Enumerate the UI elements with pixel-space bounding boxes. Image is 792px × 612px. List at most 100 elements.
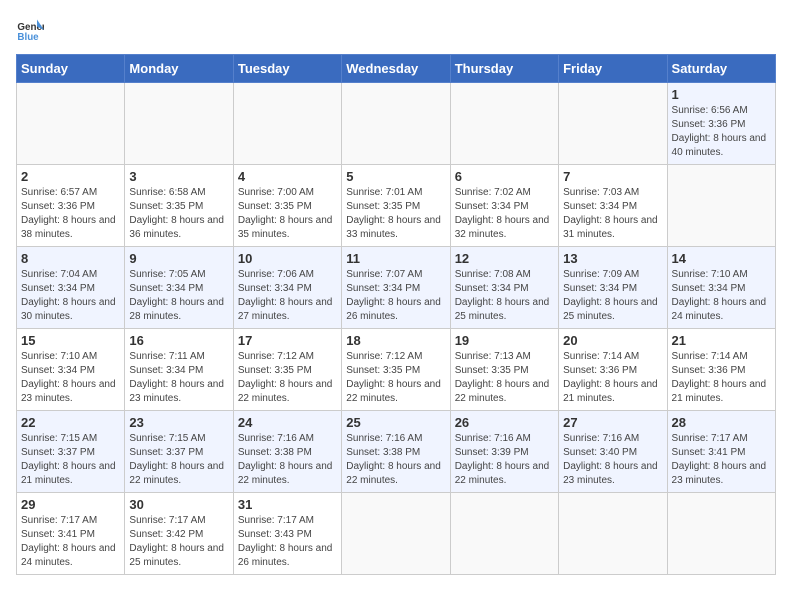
- day-cell-18: 18 Sunrise: 7:12 AMSunset: 3:35 PMDaylig…: [342, 329, 450, 411]
- day-detail: Sunrise: 7:10 AMSunset: 3:34 PMDaylight:…: [672, 269, 767, 322]
- day-number: 10: [238, 251, 337, 266]
- day-detail: Sunrise: 7:05 AMSunset: 3:34 PMDaylight:…: [129, 269, 224, 322]
- day-number: 18: [346, 333, 445, 348]
- day-cell-22: 22 Sunrise: 7:15 AMSunset: 3:37 PMDaylig…: [17, 411, 125, 493]
- day-number: 27: [563, 415, 662, 430]
- svg-text:Blue: Blue: [17, 32, 39, 43]
- day-cell-27: 27 Sunrise: 7:16 AMSunset: 3:40 PMDaylig…: [559, 411, 667, 493]
- day-cell-13: 13 Sunrise: 7:09 AMSunset: 3:34 PMDaylig…: [559, 247, 667, 329]
- day-detail: Sunrise: 7:15 AMSunset: 3:37 PMDaylight:…: [21, 433, 116, 486]
- logo-icon: General Blue: [16, 16, 44, 44]
- day-detail: Sunrise: 7:08 AMSunset: 3:34 PMDaylight:…: [455, 269, 550, 322]
- day-number: 31: [238, 497, 337, 512]
- day-number: 14: [672, 251, 771, 266]
- calendar-week-5: 29 Sunrise: 7:17 AMSunset: 3:41 PMDaylig…: [17, 493, 776, 575]
- empty-cell: [450, 83, 558, 165]
- day-number: 12: [455, 251, 554, 266]
- day-detail: Sunrise: 7:14 AMSunset: 3:36 PMDaylight:…: [672, 351, 767, 404]
- day-cell-1: 1 Sunrise: 6:56 AMSunset: 3:36 PMDayligh…: [667, 83, 775, 165]
- empty-cell: [667, 493, 775, 575]
- weekday-header-tuesday: Tuesday: [233, 55, 341, 83]
- empty-cell: [233, 83, 341, 165]
- day-detail: Sunrise: 7:03 AMSunset: 3:34 PMDaylight:…: [563, 187, 658, 240]
- day-cell-16: 16 Sunrise: 7:11 AMSunset: 3:34 PMDaylig…: [125, 329, 233, 411]
- day-detail: Sunrise: 7:12 AMSunset: 3:35 PMDaylight:…: [346, 351, 441, 404]
- calendar-week-1: 2 Sunrise: 6:57 AMSunset: 3:36 PMDayligh…: [17, 165, 776, 247]
- day-detail: Sunrise: 6:56 AMSunset: 3:36 PMDaylight:…: [672, 105, 767, 158]
- day-number: 17: [238, 333, 337, 348]
- day-cell-14: 14 Sunrise: 7:10 AMSunset: 3:34 PMDaylig…: [667, 247, 775, 329]
- day-detail: Sunrise: 7:07 AMSunset: 3:34 PMDaylight:…: [346, 269, 441, 322]
- calendar-week-0: 1 Sunrise: 6:56 AMSunset: 3:36 PMDayligh…: [17, 83, 776, 165]
- day-number: 16: [129, 333, 228, 348]
- day-cell-15: 15 Sunrise: 7:10 AMSunset: 3:34 PMDaylig…: [17, 329, 125, 411]
- header: General Blue: [16, 16, 776, 44]
- day-number: 7: [563, 169, 662, 184]
- calendar-week-3: 15 Sunrise: 7:10 AMSunset: 3:34 PMDaylig…: [17, 329, 776, 411]
- day-detail: Sunrise: 7:13 AMSunset: 3:35 PMDaylight:…: [455, 351, 550, 404]
- calendar-week-4: 22 Sunrise: 7:15 AMSunset: 3:37 PMDaylig…: [17, 411, 776, 493]
- day-number: 21: [672, 333, 771, 348]
- day-cell-8: 8 Sunrise: 7:04 AMSunset: 3:34 PMDayligh…: [17, 247, 125, 329]
- day-number: 30: [129, 497, 228, 512]
- day-number: 15: [21, 333, 120, 348]
- day-number: 29: [21, 497, 120, 512]
- day-cell-19: 19 Sunrise: 7:13 AMSunset: 3:35 PMDaylig…: [450, 329, 558, 411]
- day-detail: Sunrise: 7:16 AMSunset: 3:40 PMDaylight:…: [563, 433, 658, 486]
- day-number: 5: [346, 169, 445, 184]
- day-detail: Sunrise: 7:17 AMSunset: 3:41 PMDaylight:…: [672, 433, 767, 486]
- day-detail: Sunrise: 6:58 AMSunset: 3:35 PMDaylight:…: [129, 187, 224, 240]
- day-cell-26: 26 Sunrise: 7:16 AMSunset: 3:39 PMDaylig…: [450, 411, 558, 493]
- day-number: 1: [672, 87, 771, 102]
- day-cell-7: 7 Sunrise: 7:03 AMSunset: 3:34 PMDayligh…: [559, 165, 667, 247]
- day-detail: Sunrise: 7:17 AMSunset: 3:41 PMDaylight:…: [21, 515, 116, 568]
- empty-cell: [559, 83, 667, 165]
- day-cell-17: 17 Sunrise: 7:12 AMSunset: 3:35 PMDaylig…: [233, 329, 341, 411]
- day-detail: Sunrise: 7:09 AMSunset: 3:34 PMDaylight:…: [563, 269, 658, 322]
- empty-cell: [17, 83, 125, 165]
- day-number: 4: [238, 169, 337, 184]
- day-cell-5: 5 Sunrise: 7:01 AMSunset: 3:35 PMDayligh…: [342, 165, 450, 247]
- header-row: SundayMondayTuesdayWednesdayThursdayFrid…: [17, 55, 776, 83]
- day-cell-3: 3 Sunrise: 6:58 AMSunset: 3:35 PMDayligh…: [125, 165, 233, 247]
- day-detail: Sunrise: 7:00 AMSunset: 3:35 PMDaylight:…: [238, 187, 333, 240]
- day-cell-29: 29 Sunrise: 7:17 AMSunset: 3:41 PMDaylig…: [17, 493, 125, 575]
- weekday-header-monday: Monday: [125, 55, 233, 83]
- day-detail: Sunrise: 7:11 AMSunset: 3:34 PMDaylight:…: [129, 351, 224, 404]
- day-cell-11: 11 Sunrise: 7:07 AMSunset: 3:34 PMDaylig…: [342, 247, 450, 329]
- day-cell-21: 21 Sunrise: 7:14 AMSunset: 3:36 PMDaylig…: [667, 329, 775, 411]
- day-number: 11: [346, 251, 445, 266]
- day-cell-2: 2 Sunrise: 6:57 AMSunset: 3:36 PMDayligh…: [17, 165, 125, 247]
- day-number: 22: [21, 415, 120, 430]
- calendar-week-2: 8 Sunrise: 7:04 AMSunset: 3:34 PMDayligh…: [17, 247, 776, 329]
- day-cell-9: 9 Sunrise: 7:05 AMSunset: 3:34 PMDayligh…: [125, 247, 233, 329]
- day-number: 26: [455, 415, 554, 430]
- empty-cell: [342, 83, 450, 165]
- day-cell-30: 30 Sunrise: 7:17 AMSunset: 3:42 PMDaylig…: [125, 493, 233, 575]
- day-number: 2: [21, 169, 120, 184]
- day-number: 28: [672, 415, 771, 430]
- day-number: 3: [129, 169, 228, 184]
- day-number: 9: [129, 251, 228, 266]
- day-cell-6: 6 Sunrise: 7:02 AMSunset: 3:34 PMDayligh…: [450, 165, 558, 247]
- day-detail: Sunrise: 7:16 AMSunset: 3:39 PMDaylight:…: [455, 433, 550, 486]
- day-detail: Sunrise: 7:14 AMSunset: 3:36 PMDaylight:…: [563, 351, 658, 404]
- day-detail: Sunrise: 7:04 AMSunset: 3:34 PMDaylight:…: [21, 269, 116, 322]
- day-number: 6: [455, 169, 554, 184]
- weekday-header-thursday: Thursday: [450, 55, 558, 83]
- day-number: 13: [563, 251, 662, 266]
- day-cell-31: 31 Sunrise: 7:17 AMSunset: 3:43 PMDaylig…: [233, 493, 341, 575]
- weekday-header-wednesday: Wednesday: [342, 55, 450, 83]
- day-detail: Sunrise: 7:15 AMSunset: 3:37 PMDaylight:…: [129, 433, 224, 486]
- day-cell-23: 23 Sunrise: 7:15 AMSunset: 3:37 PMDaylig…: [125, 411, 233, 493]
- empty-cell: [450, 493, 558, 575]
- empty-cell: [667, 165, 775, 247]
- day-cell-4: 4 Sunrise: 7:00 AMSunset: 3:35 PMDayligh…: [233, 165, 341, 247]
- day-detail: Sunrise: 7:16 AMSunset: 3:38 PMDaylight:…: [346, 433, 441, 486]
- weekday-header-friday: Friday: [559, 55, 667, 83]
- day-number: 24: [238, 415, 337, 430]
- empty-cell: [559, 493, 667, 575]
- day-cell-10: 10 Sunrise: 7:06 AMSunset: 3:34 PMDaylig…: [233, 247, 341, 329]
- day-number: 19: [455, 333, 554, 348]
- day-detail: Sunrise: 7:02 AMSunset: 3:34 PMDaylight:…: [455, 187, 550, 240]
